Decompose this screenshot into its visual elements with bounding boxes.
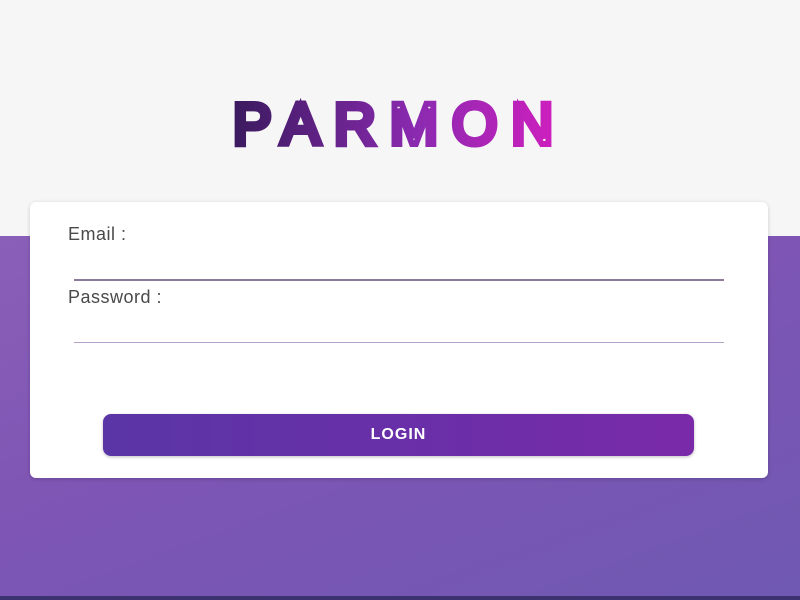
email-label: Email : [68,224,127,244]
brand-logo: PARMON [0,86,800,166]
login-card: Email : Password : LOGIN [30,202,768,478]
login-button[interactable]: LOGIN [103,414,694,456]
bottom-edge [0,596,800,600]
password-label: Password : [68,287,163,307]
login-screen: PARMON Email : Password : LOGIN [0,0,800,600]
password-field[interactable] [74,312,724,343]
logo-wordmark: PARMON [230,96,567,156]
logo-text: PARMON [233,96,567,156]
email-field[interactable] [74,249,724,281]
